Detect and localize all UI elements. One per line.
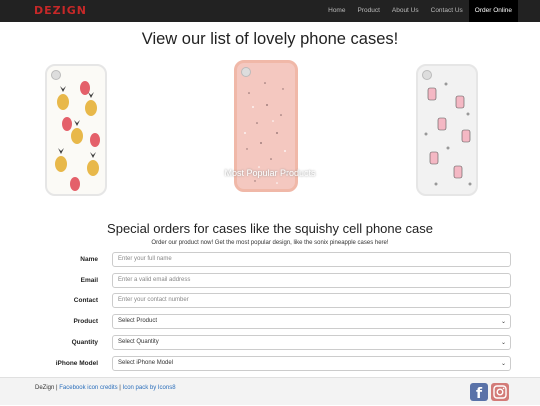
product-label: Product xyxy=(73,318,98,325)
order-section-title: Special orders for cases like the squish… xyxy=(107,221,433,236)
name-input[interactable]: Enter your full name xyxy=(112,252,511,267)
facebook-icon[interactable]: f xyxy=(470,383,488,402)
brand-logo[interactable]: DEZIGN xyxy=(34,4,87,17)
form-row-quantity: Quantity Select Quantity ⌄ xyxy=(0,335,540,351)
form-row-name: Name Enter your full name xyxy=(0,252,540,268)
nav-order-online[interactable]: Order Online xyxy=(468,0,518,22)
page-title: View our list of lovely phone cases! xyxy=(141,30,399,48)
carousel-caption: Most Popular Products xyxy=(224,168,316,178)
quantity-select-value: Select Quantity xyxy=(118,339,159,345)
email-label: Email xyxy=(80,277,98,284)
iphone-model-select-value: Select iPhone Model xyxy=(118,360,174,366)
nav-contact-us[interactable]: Contact Us xyxy=(425,0,469,22)
chevron-down-icon: ⌄ xyxy=(500,340,506,346)
contact-label: Contact xyxy=(73,297,98,304)
product-carousel[interactable]: Most Popular Products xyxy=(0,60,540,200)
quantity-select[interactable]: Select Quantity ⌄ xyxy=(112,335,511,350)
iphone-model-label: iPhone Model xyxy=(55,360,98,367)
footer: DeZign | Facebook icon credits | Icon pa… xyxy=(0,377,540,405)
chevron-down-icon: ⌄ xyxy=(500,319,506,325)
camera-icon xyxy=(51,70,61,80)
email-input[interactable]: Enter a valid email address xyxy=(112,273,511,288)
camera-icon xyxy=(241,67,251,77)
name-label: Name xyxy=(80,256,98,263)
form-row-product: Product Select Product ⌄ xyxy=(0,314,540,330)
nav-menu: Home Product About Us Contact Us Order O… xyxy=(322,0,518,22)
icons8-credits-link[interactable]: Icon pack by Icons8 xyxy=(123,385,176,391)
nav-home[interactable]: Home xyxy=(322,0,351,22)
facebook-credits-link[interactable]: Facebook icon credits xyxy=(59,385,117,391)
form-row-iphone-model: iPhone Model Select iPhone Model ⌄ xyxy=(0,356,540,372)
form-row-contact: Contact Enter your contact number xyxy=(0,293,540,309)
camera-icon xyxy=(422,70,432,80)
quantity-label: Quantity xyxy=(71,339,98,346)
footer-brand: DeZign xyxy=(35,385,55,391)
nav-product[interactable]: Product xyxy=(351,0,385,22)
product-select-value: Select Product xyxy=(118,318,158,324)
form-row-email: Email Enter a valid email address xyxy=(0,273,540,289)
nav-about-us[interactable]: About Us xyxy=(386,0,425,22)
svg-text:f: f xyxy=(476,386,483,401)
contact-input[interactable]: Enter your contact number xyxy=(112,293,511,308)
footer-credits: DeZign | Facebook icon credits | Icon pa… xyxy=(35,385,176,391)
footer-separator: | xyxy=(119,385,121,391)
iphone-model-select[interactable]: Select iPhone Model ⌄ xyxy=(112,356,511,371)
top-navbar: DEZIGN Home Product About Us Contact Us … xyxy=(0,0,540,22)
instagram-icon[interactable] xyxy=(491,383,509,401)
chevron-down-icon: ⌄ xyxy=(500,361,506,367)
order-section-subtitle: Order our product now! Get the most popu… xyxy=(151,240,389,246)
footer-separator: | xyxy=(56,385,58,391)
product-select[interactable]: Select Product ⌄ xyxy=(112,314,511,329)
